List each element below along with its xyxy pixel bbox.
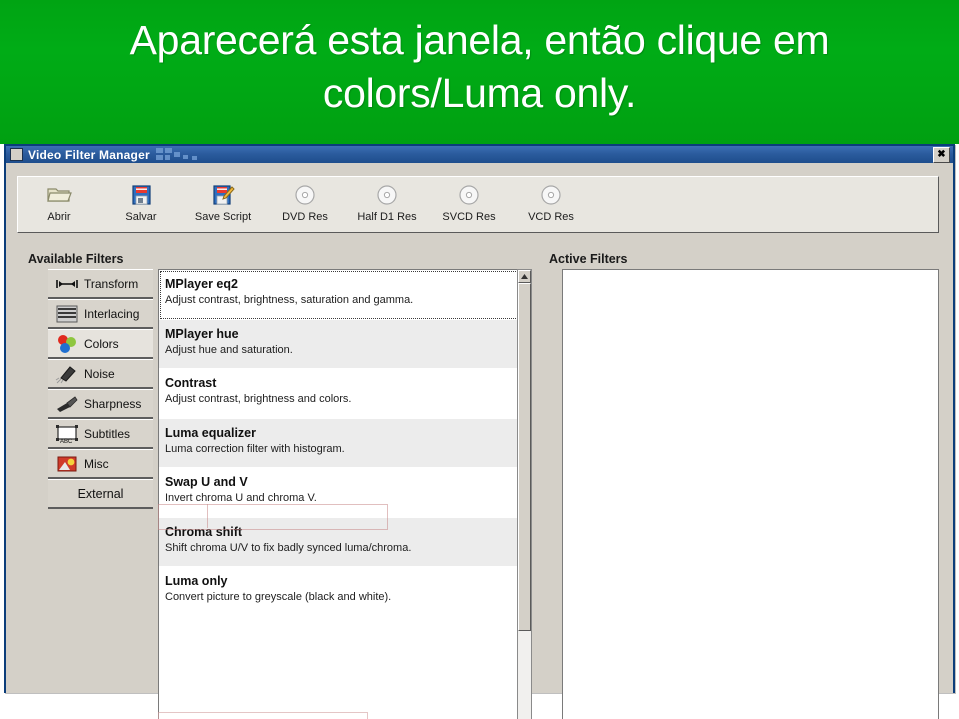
window-title: Video Filter Manager [28, 147, 150, 162]
close-icon[interactable]: ✖ [933, 146, 950, 163]
category-item-misc[interactable]: Misc [48, 449, 153, 479]
noise-brush-icon [54, 363, 80, 385]
toolbar-button-save-script[interactable]: Save Script [182, 177, 264, 232]
toolbar: Abrir Salvar Save Script DVD Res Half D1… [17, 176, 939, 233]
active-filters-list[interactable] [562, 269, 939, 719]
subtitles-abc-icon: ABC [54, 423, 80, 445]
category-label: Noise [84, 366, 115, 381]
category-item-transform[interactable]: Transform [48, 269, 153, 299]
toolbar-label: DVD Res [282, 211, 328, 223]
toolbar-label: Abrir [47, 211, 71, 223]
toolbar-button-svcd-res[interactable]: SVCD Res [428, 177, 510, 232]
filter-description: Convert picture to greyscale (black and … [165, 591, 392, 603]
interlace-lines-icon [54, 303, 80, 325]
toolbar-button-salvar[interactable]: Salvar [100, 177, 182, 232]
toolbar-button-half-d1-res[interactable]: Half D1 Res [346, 177, 428, 232]
sharpness-brush-icon [54, 393, 80, 415]
disc-icon [376, 182, 398, 208]
disc-icon [294, 182, 316, 208]
banner-caption: Aparecerá esta janela, então clique em c… [0, 14, 959, 120]
category-item-colors[interactable]: Colors [48, 329, 153, 359]
toolbar-button-dvd-res[interactable]: DVD Res [264, 177, 346, 232]
category-label: Sharpness [84, 396, 142, 411]
filter-item-luma-only[interactable]: Luma only Convert picture to greyscale (… [159, 567, 531, 617]
misc-picture-icon [54, 453, 80, 475]
category-item-interlacing[interactable]: Interlacing [48, 299, 153, 329]
filter-category-list: Transform Interlacing Colors Noise Sharp… [48, 269, 153, 509]
filter-description: Shift chroma U/V to fix badly synced lum… [165, 541, 412, 554]
category-item-sharpness[interactable]: Sharpness [48, 389, 153, 419]
filter-name: Chroma shift [165, 524, 243, 539]
banner-line-2: colors/Luma only. [322, 70, 637, 116]
filter-item[interactable]: MPlayer eq2 Adjust contrast, brightness,… [159, 270, 531, 320]
category-label: Misc [84, 456, 109, 471]
category-label: Interlacing [84, 306, 140, 321]
toolbar-button-abrir[interactable]: Abrir [18, 177, 100, 232]
toolbar-label: Salvar [125, 211, 157, 223]
svg-text:ABC: ABC [60, 439, 73, 444]
filter-item[interactable]: Chroma shift Shift chroma U/V to fix bad… [159, 517, 531, 567]
toolbar-label: VCD Res [528, 211, 574, 223]
titlebar-decoration [150, 146, 933, 163]
category-label: Colors [84, 336, 119, 351]
available-filters-scrollbar[interactable] [517, 269, 532, 719]
category-label: External [77, 486, 124, 501]
slide-screenshot: Aparecerá esta janela, então clique em c… [0, 0, 959, 719]
video-filter-manager-window: Video Filter Manager ✖ Abrir Salvar Save… [4, 144, 955, 719]
filter-name: Luma equalizer [165, 425, 256, 440]
filter-item[interactable]: Luma equalizer Luma correction filter wi… [159, 418, 531, 468]
available-filters-heading: Available Filters [28, 252, 124, 266]
scroll-up-arrow-icon[interactable] [518, 270, 531, 283]
filter-name: MPlayer hue [165, 326, 239, 341]
available-filters-list[interactable]: MPlayer eq2 Adjust contrast, brightness,… [158, 269, 532, 719]
filter-description: Adjust contrast, brightness, saturation … [165, 294, 414, 306]
filter-description: Invert chroma U and chroma V. [165, 492, 317, 504]
category-label: Subtitles [84, 426, 131, 441]
filter-name: MPlayer eq2 [165, 277, 238, 291]
floppy-save-icon [129, 182, 153, 208]
filter-description: Adjust hue and saturation. [165, 343, 293, 356]
category-label: Transform [84, 276, 139, 291]
banner-line-1: Aparecerá esta janela, então clique em [129, 17, 830, 63]
filter-name: Contrast [165, 376, 217, 390]
disc-icon [540, 182, 562, 208]
toolbar-label: Half D1 Res [357, 211, 417, 223]
color-spheres-icon [54, 333, 80, 355]
filter-item[interactable]: Contrast Adjust contrast, brightness and… [159, 369, 531, 419]
category-item-noise[interactable]: Noise [48, 359, 153, 389]
filter-description: Luma correction filter with histogram. [165, 442, 345, 455]
filter-description: Adjust contrast, brightness and colors. [165, 393, 352, 405]
slide-banner: Aparecerá esta janela, então clique em c… [0, 0, 959, 144]
window-icon [10, 148, 23, 161]
scrollbar-thumb[interactable] [518, 283, 531, 631]
toolbar-label: SVCD Res [442, 211, 496, 223]
toolbar-label: Save Script [194, 211, 252, 223]
filter-item[interactable]: MPlayer hue Adjust hue and saturation. [159, 319, 531, 369]
toolbar-button-vcd-res[interactable]: VCD Res [510, 177, 592, 232]
category-item-external[interactable]: External [48, 479, 153, 509]
folder-open-icon [46, 182, 72, 208]
window-body: Abrir Salvar Save Script DVD Res Half D1… [6, 163, 953, 719]
filter-item[interactable]: Swap U and V Invert chroma U and chroma … [159, 468, 531, 518]
floppy-script-icon [211, 182, 235, 208]
transform-arrows-icon [54, 273, 80, 295]
filter-name: Swap U and V [165, 475, 248, 489]
category-item-subtitles[interactable]: ABC Subtitles [48, 419, 153, 449]
filter-name: Luma only [165, 574, 228, 588]
active-filters-heading: Active Filters [549, 252, 628, 266]
window-titlebar[interactable]: Video Filter Manager ✖ [6, 146, 953, 163]
disc-icon [458, 182, 480, 208]
